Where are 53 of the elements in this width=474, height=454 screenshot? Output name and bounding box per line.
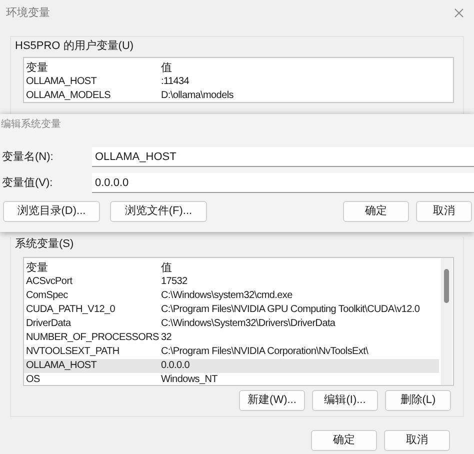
variable-value: Windows_NT xyxy=(161,373,218,385)
list-action-button[interactable]: 删除(L) xyxy=(385,390,451,411)
variable-row[interactable]: OLLAMA_MODELS D:\ollama\models xyxy=(24,89,439,102)
variable-name: OLLAMA_HOST xyxy=(25,359,98,373)
ok-button[interactable]: 确定 xyxy=(343,201,409,222)
variable-row[interactable]: ACSvcPort 17532 xyxy=(24,275,439,289)
variable-name: ACSvcPort xyxy=(25,275,74,289)
close-icon[interactable] xyxy=(454,8,464,18)
variable-name: NVTOOLSEXT_PATH xyxy=(25,345,120,359)
variable-row[interactable]: NUMBER_OF_PROCESSORS 32 xyxy=(24,331,439,345)
column-header: 变量 xyxy=(25,261,49,275)
column-header: 值 xyxy=(161,61,172,75)
variable-name: OLLAMA_HOST xyxy=(25,75,98,89)
column-header: 变量 xyxy=(25,61,49,75)
variable-name: CUDA_PATH_V12_0 xyxy=(25,303,116,317)
input-field[interactable]: 0.0.0.0 xyxy=(92,173,474,193)
variable-name: ComSpec xyxy=(25,289,69,303)
variable-value: C:\Windows\system32\cmd.exe xyxy=(161,289,292,303)
variable-value: 0.0.0.0 xyxy=(161,359,190,373)
variable-row[interactable]: ComSpec C:\Windows\system32\cmd.exe xyxy=(24,289,439,303)
list-action-button[interactable]: 新建(W)... xyxy=(239,390,305,411)
input-field[interactable]: OLLAMA_HOST xyxy=(92,147,474,167)
ok-button[interactable]: 确定 xyxy=(311,430,377,451)
browse-button[interactable]: 浏览文件(F)... xyxy=(110,201,207,222)
column-header: 值 xyxy=(161,261,172,275)
variable-name: DriverData xyxy=(25,317,72,331)
cancel-button[interactable]: 取消 xyxy=(416,201,472,222)
variable-row[interactable]: NVTOOLSEXT_PATH C:\Program Files\NVIDIA Corporation\NvToolsExt\ xyxy=(24,345,439,359)
section-label: HS5PRO 的用户变量(U) xyxy=(14,38,135,54)
variable-row[interactable]: DriverData C:\Windows\System32\Drivers\DriverData xyxy=(24,317,439,331)
variable-value: C:\Program Files\NVIDIA Corporation\NvToolsExt\ xyxy=(161,345,368,359)
variable-row[interactable]: OS Windows_NT xyxy=(24,373,439,385)
section-label: 系统变量(S) xyxy=(14,237,75,252)
list-action-button[interactable]: 编辑(I)... xyxy=(312,390,378,411)
field-label: 变量名(N): xyxy=(1,150,54,165)
variable-row[interactable]: OLLAMA_HOST 0.0.0.0 xyxy=(24,359,439,373)
field-label: 变量值(V): xyxy=(1,176,54,191)
cancel-button[interactable]: 取消 xyxy=(384,430,450,451)
variable-value: D:\ollama\models xyxy=(161,89,234,102)
variable-name: NUMBER_OF_PROCESSORS xyxy=(25,331,160,345)
variable-value: 17532 xyxy=(161,275,188,289)
browse-button[interactable]: 浏览目录(D)... xyxy=(3,201,100,222)
variable-row[interactable]: OLLAMA_HOST :11434 xyxy=(24,75,439,89)
variable-value: C:\Program Files\NVIDIA GPU Computing Toolkit\CUDA\v12.0 xyxy=(161,303,420,317)
variable-value: :11434 xyxy=(161,75,190,89)
variable-row[interactable]: CUDA_PATH_V12_0 C:\Program Files\NVIDIA GPU Computing Toolkit\CUDA\v12.0 xyxy=(24,303,439,317)
variable-value: C:\Windows\System32\Drivers\DriverData xyxy=(161,317,336,331)
window-title: 环境变量 xyxy=(6,6,50,21)
variable-value: 32 xyxy=(161,331,172,345)
variable-name: OLLAMA_MODELS xyxy=(25,89,112,102)
dialog-title: 编辑系统变量 xyxy=(0,118,62,132)
scrollbar[interactable] xyxy=(441,258,452,385)
variable-name: OS xyxy=(25,373,41,385)
